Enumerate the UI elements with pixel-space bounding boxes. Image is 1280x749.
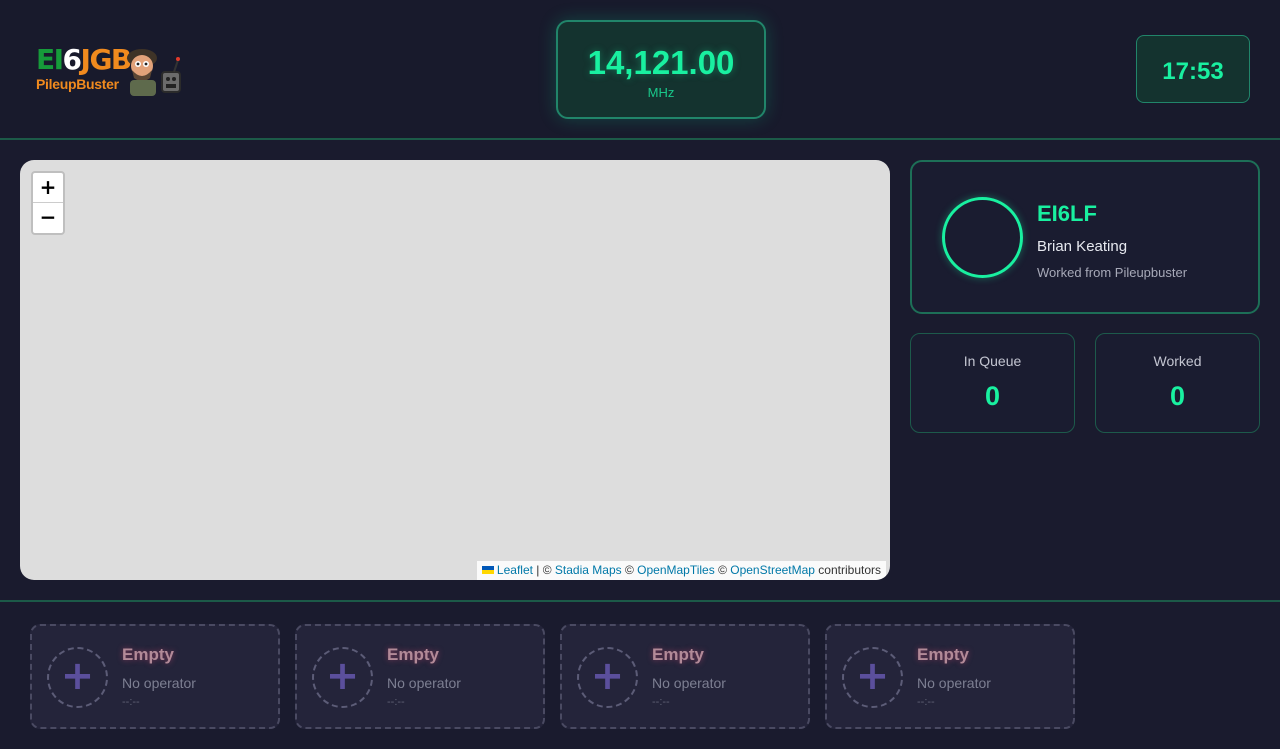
frequency-unit: MHz (647, 85, 675, 100)
leaflet-link[interactable]: Leaflet (497, 563, 533, 577)
openmaptiles-link[interactable]: OpenMapTiles (637, 563, 715, 577)
worked-value: 0 (1169, 381, 1186, 411)
logo-callsign: EI6JGB (36, 43, 132, 76)
operator-name: Brian Keating (1037, 238, 1128, 255)
in-queue-stat: In Queue 0 (910, 333, 1075, 433)
attribution-suffix: contributors (814, 563, 881, 577)
queue-slot-4[interactable]: + Empty No operator --:-- (825, 624, 1075, 729)
frequency-value: 14,121.00 (587, 44, 735, 81)
attribution-sep-1: | © (532, 563, 555, 577)
slot-time: --:-- (917, 696, 935, 708)
add-icon: + (842, 647, 903, 708)
queue-slot-2[interactable]: + Empty No operator --:-- (295, 624, 545, 729)
app-logo[interactable]: EI6JGB PileupBuster (36, 42, 186, 98)
add-icon: + (577, 647, 638, 708)
logo-call-part1: EI (36, 43, 64, 76)
add-icon: + (312, 647, 373, 708)
attribution-sep-2: © (621, 563, 638, 577)
slot-title: Empty (122, 645, 174, 664)
slot-time: --:-- (122, 696, 140, 708)
worked-stat: Worked 0 (1095, 333, 1260, 433)
in-queue-value: 0 (984, 381, 1001, 411)
map-view[interactable]: + − Leaflet | © Stadia Maps © OpenMapTil… (20, 160, 890, 580)
slot-operator: No operator (652, 675, 726, 691)
operator-source: Worked from Pileupbuster (1037, 265, 1188, 280)
current-operator-card: EI6LF Brian Keating Worked from Pileupbu… (910, 160, 1260, 314)
add-icon: + (47, 647, 108, 708)
frequency-display: 14,121.00 MHz (556, 20, 766, 119)
slot-title: Empty (917, 645, 969, 664)
logo-call-part2: 6 (62, 43, 82, 76)
queue-slot-1[interactable]: + Empty No operator --:-- (30, 624, 280, 729)
map-attribution: Leaflet | © Stadia Maps © OpenMapTiles ©… (476, 561, 886, 580)
operator-avatar (942, 197, 1023, 278)
slot-operator: No operator (917, 675, 991, 691)
zoom-control: + − (31, 171, 65, 235)
zoom-out-button[interactable]: − (33, 203, 63, 232)
mascot-icon (127, 49, 181, 96)
openstreetmap-link[interactable]: OpenStreetMap (730, 563, 815, 577)
operator-callsign: EI6LF (1037, 201, 1097, 226)
slot-operator: No operator (122, 675, 196, 691)
slot-time: --:-- (652, 696, 670, 708)
logo-subtitle: PileupBuster (36, 76, 119, 92)
zoom-in-button[interactable]: + (33, 173, 63, 203)
clock-value: 17:53 (1162, 58, 1224, 85)
queue-bar: + Empty No operator --:-- + Empty No ope… (0, 600, 1280, 749)
queue-slot-3[interactable]: + Empty No operator --:-- (560, 624, 810, 729)
worked-label: Worked (1153, 353, 1202, 369)
header-bar: EI6JGB PileupBuster 14,121.00 MHz 17:53 (0, 0, 1280, 140)
ukraine-flag-icon (481, 565, 494, 574)
slot-time: --:-- (387, 696, 405, 708)
attribution-sep-3: © (714, 563, 731, 577)
stadia-maps-link[interactable]: Stadia Maps (555, 563, 622, 577)
slot-operator: No operator (387, 675, 461, 691)
clock-display: 17:53 (1136, 35, 1250, 103)
in-queue-label: In Queue (963, 353, 1022, 369)
slot-title: Empty (652, 645, 704, 664)
slot-title: Empty (387, 645, 439, 664)
